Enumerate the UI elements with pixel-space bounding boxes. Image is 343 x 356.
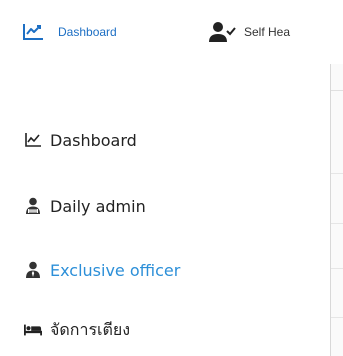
background-divider <box>331 173 343 174</box>
top-nav-dashboard-label: Dashboard <box>58 25 117 39</box>
bed-icon <box>24 321 42 339</box>
background-divider <box>331 223 343 224</box>
user-tie-icon <box>24 261 42 279</box>
user-tie-icon <box>24 197 42 215</box>
menu-item-manage-beds[interactable]: จัดการเตียง <box>24 316 130 344</box>
menu-item-daily-admin[interactable]: Daily admin <box>24 192 146 220</box>
top-navbar: Dashboard Self Hea <box>0 0 343 64</box>
line-chart-icon <box>24 131 42 149</box>
background-divider <box>331 90 343 91</box>
dropdown-menu: Dashboard Daily admin Exclusive officer <box>0 64 330 356</box>
top-nav-self-health[interactable]: Self Hea <box>208 0 290 64</box>
background-divider <box>331 317 343 318</box>
background-divider <box>331 268 343 269</box>
menu-item-label: Dashboard <box>50 130 137 150</box>
top-nav-dashboard[interactable]: Dashboard <box>22 0 117 64</box>
menu-item-dashboard[interactable]: Dashboard <box>24 126 137 154</box>
background-panel <box>330 64 343 356</box>
top-nav-self-health-label: Self Hea <box>244 25 291 39</box>
menu-item-label: Daily admin <box>50 196 146 216</box>
menu-item-exclusive-officer[interactable]: Exclusive officer <box>24 256 180 284</box>
menu-item-label: Exclusive officer <box>50 260 181 280</box>
user-check-icon <box>208 21 236 43</box>
menu-item-label: จัดการเตียง <box>50 319 131 339</box>
line-chart-icon <box>22 23 44 41</box>
